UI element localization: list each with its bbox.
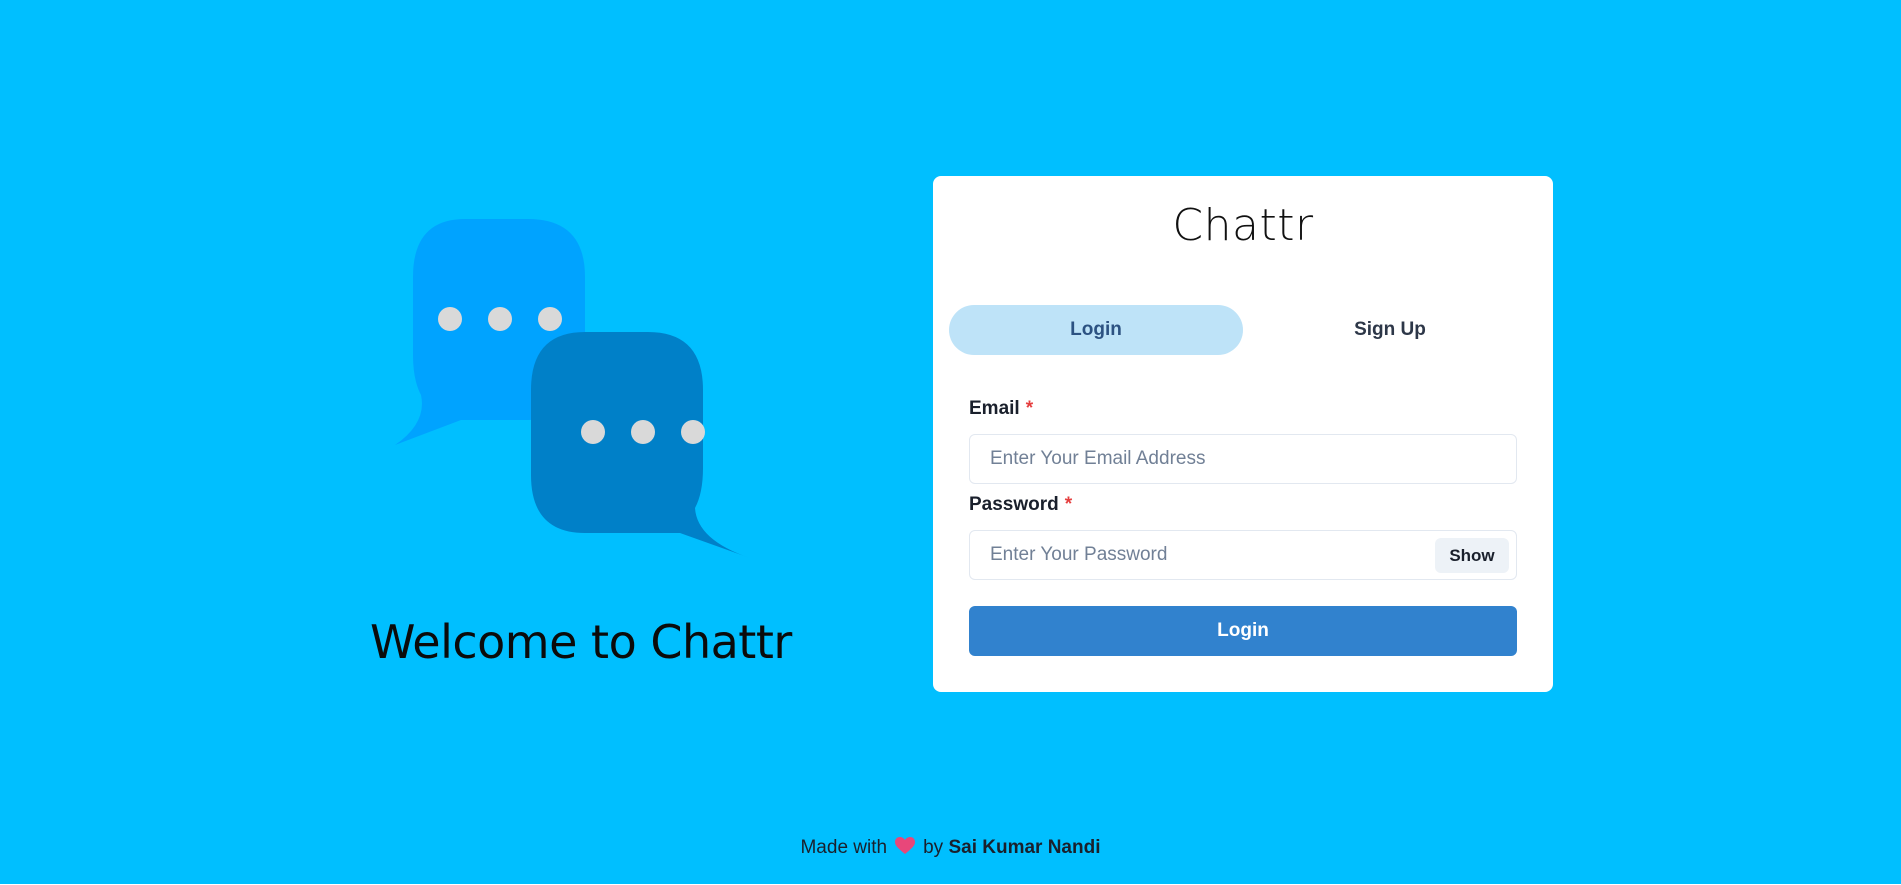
password-field-wrapper: Show xyxy=(969,530,1517,580)
dot-icon xyxy=(438,307,462,331)
email-label-text: Email xyxy=(969,398,1020,419)
email-label: Email * xyxy=(969,398,1033,420)
auth-card: Chattr Login Sign Up Email* Password* Sh… xyxy=(933,176,1553,692)
tab-sign-up[interactable]: Sign Up xyxy=(1243,305,1537,355)
chat-bubbles-illustration xyxy=(395,219,750,558)
login-button[interactable]: Login xyxy=(969,606,1517,656)
auth-tabs: Login Sign Up xyxy=(949,305,1537,355)
heart-icon xyxy=(895,837,916,859)
email-field-wrapper xyxy=(969,434,1517,484)
dot-icon xyxy=(488,307,512,331)
required-mark: * xyxy=(1025,398,1034,419)
dot-icon xyxy=(681,420,705,444)
brand-title: Chattr xyxy=(1172,200,1314,251)
footer: Made with by Sai Kumar Nandi xyxy=(0,837,1901,859)
tab-login[interactable]: Login xyxy=(949,305,1243,355)
password-label-text: Password xyxy=(969,494,1059,515)
dot-icon xyxy=(538,307,562,331)
dot-icon xyxy=(581,420,605,444)
footer-prefix: Made with xyxy=(800,837,888,858)
password-label: Password * xyxy=(969,494,1072,516)
email-field[interactable] xyxy=(970,435,1516,483)
footer-author: Sai Kumar Nandi xyxy=(948,837,1101,858)
show-password-button[interactable]: Show xyxy=(1435,538,1509,573)
dot-icon xyxy=(631,420,655,444)
welcome-title: Welcome to Chattr xyxy=(370,615,792,669)
footer-by: by xyxy=(923,837,944,858)
app-background: Welcome to Chattr Chattr Login Sign Up E… xyxy=(0,0,1901,884)
chat-bubble-front-icon xyxy=(531,332,750,558)
required-mark: * xyxy=(1064,494,1073,515)
